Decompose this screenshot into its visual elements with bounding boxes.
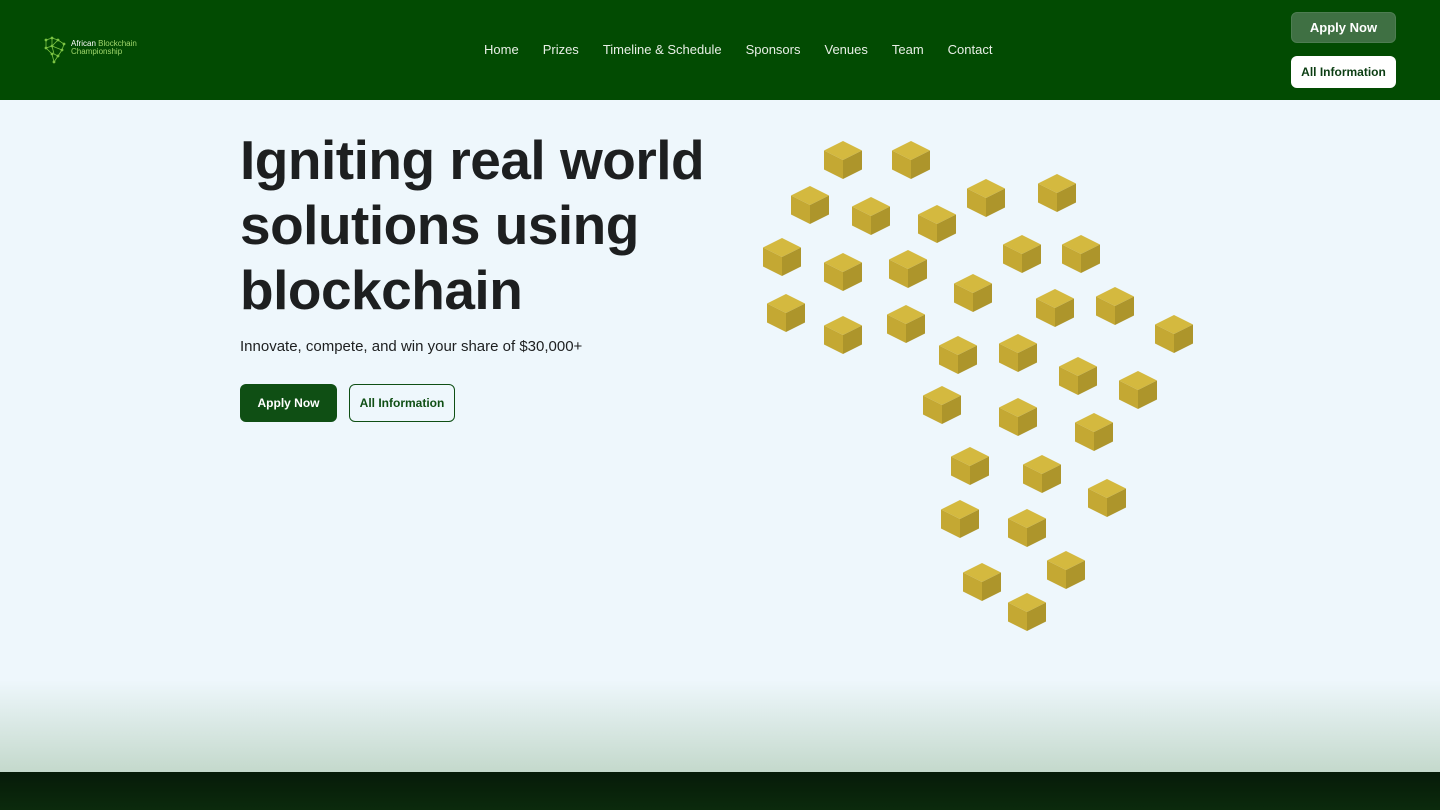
- cube-9: [824, 253, 862, 291]
- cube-3: [791, 186, 829, 224]
- cube-31: [1008, 509, 1046, 547]
- cube-34: [1008, 593, 1046, 631]
- cube-22: [1059, 357, 1097, 395]
- nav-link-sponsors[interactable]: Sponsors: [734, 40, 813, 60]
- bottom-fade: [0, 680, 1440, 772]
- cube-29: [1088, 479, 1126, 517]
- hero-info-button[interactable]: All Information: [349, 384, 455, 422]
- cube-11: [1003, 235, 1041, 273]
- cube-21: [999, 334, 1037, 372]
- brand-name-line2: Championship: [71, 47, 123, 56]
- nav-link-home[interactable]: Home: [472, 40, 531, 60]
- cube-25: [999, 398, 1037, 436]
- cube-10: [889, 250, 927, 288]
- cube-28: [1023, 455, 1061, 493]
- cube-27: [951, 447, 989, 485]
- cube-14: [1036, 289, 1074, 327]
- nav-apply-button[interactable]: Apply Now: [1291, 12, 1396, 43]
- cube-26: [1075, 413, 1113, 451]
- cube-23: [1119, 371, 1157, 409]
- nav-link-contact[interactable]: Contact: [936, 40, 1005, 60]
- brand-name: African Blockchain Championship: [71, 40, 137, 56]
- cube-12: [1062, 235, 1100, 273]
- cube-18: [887, 305, 925, 343]
- cube-7: [1038, 174, 1076, 212]
- cube-8: [763, 238, 801, 276]
- hero-apply-button[interactable]: Apply Now: [240, 384, 337, 422]
- cube-4: [852, 197, 890, 235]
- cube-30: [941, 500, 979, 538]
- cube-6: [967, 179, 1005, 217]
- hero-subtitle: Innovate, compete, and win your share of…: [240, 338, 583, 355]
- hero-title: Igniting real world solutions using bloc…: [240, 129, 705, 321]
- nav-link-prizes[interactable]: Prizes: [531, 40, 591, 60]
- nav-link-timeline[interactable]: Timeline & Schedule: [591, 40, 734, 60]
- cube-19: [1155, 315, 1193, 353]
- cube-33: [1047, 551, 1085, 589]
- nav-info-button[interactable]: All Information: [1291, 56, 1396, 88]
- cube-2: [892, 141, 930, 179]
- africa-cube-map: [763, 141, 1193, 631]
- cube-16: [767, 294, 805, 332]
- cube-17: [824, 316, 862, 354]
- cube-20: [939, 336, 977, 374]
- main-nav: Home Prizes Timeline & Schedule Sponsors…: [472, 40, 1004, 60]
- top-navbar: African Blockchain Championship Home Pri…: [0, 0, 1440, 100]
- nav-link-team[interactable]: Team: [880, 40, 936, 60]
- cube-15: [1096, 287, 1134, 325]
- nav-link-venues[interactable]: Venues: [812, 40, 879, 60]
- cube-24: [923, 386, 961, 424]
- africa-network-icon: [44, 36, 66, 64]
- cube-32: [963, 563, 1001, 601]
- footer-strip: [0, 772, 1440, 810]
- cube-1: [824, 141, 862, 179]
- cube-13: [954, 274, 992, 312]
- brand-logo[interactable]: African Blockchain Championship: [42, 36, 142, 66]
- cube-5: [918, 205, 956, 243]
